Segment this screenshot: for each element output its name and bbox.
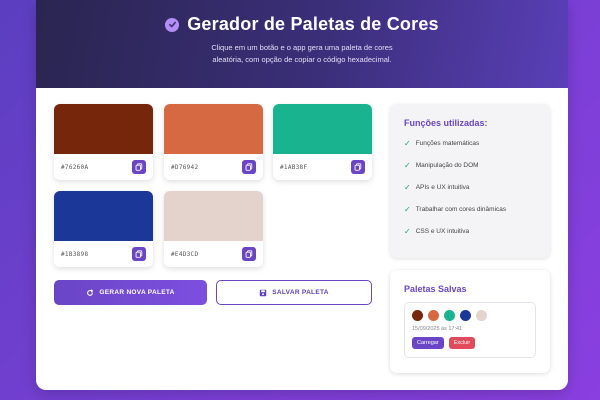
copy-button[interactable] <box>132 160 146 174</box>
copy-icon <box>135 163 143 171</box>
color-dot <box>444 310 455 321</box>
list-item: ✓ Manipulação do DOM <box>404 162 536 184</box>
palette-grid: #76260A #D76942 #1AB38F #1B3898 #E4D3CD <box>54 104 374 274</box>
generate-label: GERAR NOVA PALETA <box>99 289 175 296</box>
swatch-color[interactable] <box>164 191 263 241</box>
function-label: Trabalhar com cores dinâmicas <box>415 206 507 213</box>
copy-button[interactable] <box>242 247 256 261</box>
color-dot <box>412 310 423 321</box>
function-label: Manipulação do DOM <box>415 162 479 169</box>
copy-button[interactable] <box>132 247 146 261</box>
saved-title: Paletas Salvas <box>404 284 467 294</box>
generate-palette-button[interactable]: GERAR NOVA PALETA <box>54 280 207 305</box>
subtitle-line: aleatória, com opção de copiar o código … <box>212 55 392 64</box>
functions-title: Funções utilizadas: <box>404 118 488 128</box>
copy-icon <box>135 250 143 258</box>
color-swatch[interactable]: #1B3898 <box>54 191 153 267</box>
functions-panel: Funções utilizadas: ✓ Funções matemáticas… <box>390 104 550 258</box>
main-content: #76260A #D76942 #1AB38F #1B3898 #E4D3CD … <box>36 88 568 390</box>
copy-icon <box>245 163 253 171</box>
function-label: CSS e UX intuitiva <box>415 228 470 235</box>
copy-icon <box>354 163 362 171</box>
saved-palette-item: 15/09/2025 às 17:41 Carregar Excluir <box>404 302 536 358</box>
color-dot <box>428 310 439 321</box>
check-icon: ✓ <box>404 139 411 148</box>
saved-color-dots <box>412 310 528 321</box>
page-subtitle: Clique em um botão e o app gera uma pale… <box>36 42 568 66</box>
list-item: ✓ CSS e UX intuitiva <box>404 228 536 250</box>
swatch-hex: #76260A <box>61 163 89 171</box>
function-label: APIs e UX intuitiva <box>415 184 470 191</box>
function-label: Funções matemáticas <box>415 140 480 147</box>
copy-icon <box>245 250 253 258</box>
list-item: ✓ Trabalhar com cores dinâmicas <box>404 206 536 228</box>
check-circle-icon <box>165 17 180 32</box>
list-item: ✓ Funções matemáticas <box>404 140 536 162</box>
delete-button[interactable]: Excluir <box>448 337 476 349</box>
save-label: SALVAR PALETA <box>272 289 329 296</box>
color-swatch[interactable]: #76260A <box>54 104 153 180</box>
check-icon: ✓ <box>404 183 411 192</box>
refresh-icon <box>87 288 94 296</box>
page-title: Gerador de Paletas de Cores <box>187 14 439 34</box>
check-icon: ✓ <box>404 161 411 170</box>
header: Gerador de Paletas de Cores Clique em um… <box>36 0 568 88</box>
color-swatch[interactable]: #E4D3CD <box>164 191 263 267</box>
functions-list: ✓ Funções matemáticas ✓ Manipulação do DOM… <box>404 140 536 250</box>
color-swatch[interactable]: #1AB38F <box>273 104 372 180</box>
color-swatch[interactable]: #D76942 <box>164 104 263 180</box>
swatch-color[interactable] <box>54 191 153 241</box>
check-icon: ✓ <box>404 227 411 236</box>
swatch-color[interactable] <box>54 104 153 154</box>
saved-date: 15/09/2025 às 17:41 <box>412 326 463 332</box>
list-item: ✓ APIs e UX intuitiva <box>404 184 536 206</box>
swatch-hex: #E4D3CD <box>171 250 199 258</box>
load-button[interactable]: Carregar <box>412 337 444 349</box>
copy-button[interactable] <box>351 160 365 174</box>
swatch-hex: #D76942 <box>171 163 199 171</box>
swatch-hex: #1AB38F <box>280 163 308 171</box>
check-icon: ✓ <box>404 205 411 214</box>
color-dot <box>460 310 471 321</box>
saved-palettes-panel: Paletas Salvas 15/09/2025 às 17:41 Carre… <box>390 270 550 373</box>
save-palette-button[interactable]: SALVAR PALETA <box>216 280 372 305</box>
app-card: Gerador de Paletas de Cores Clique em um… <box>36 0 568 390</box>
swatch-color[interactable] <box>164 104 263 154</box>
subtitle-line: Clique em um botão e o app gera uma pale… <box>211 43 393 52</box>
save-icon <box>260 289 267 296</box>
swatch-color[interactable] <box>273 104 372 154</box>
color-dot <box>476 310 487 321</box>
copy-button[interactable] <box>242 160 256 174</box>
swatch-hex: #1B3898 <box>61 250 89 258</box>
